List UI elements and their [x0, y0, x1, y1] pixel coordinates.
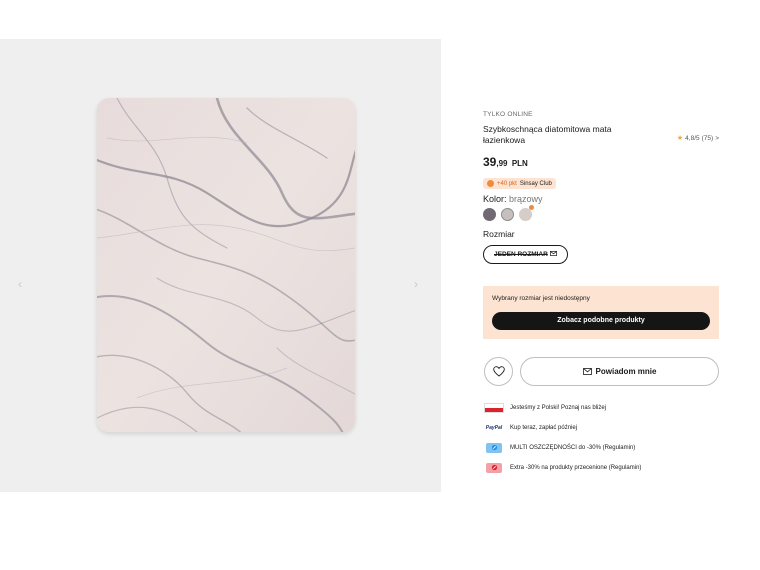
envelope-icon	[582, 368, 592, 375]
promo-item[interactable]: PayPal Kup teraz, zapłać później	[484, 422, 724, 433]
promo-list: Jesteśmy z Polski! Poznaj nas bliżej Pay…	[484, 402, 724, 482]
club-name: Sinsay Club	[519, 180, 552, 187]
color-swatch[interactable]	[483, 208, 496, 221]
club-icon	[487, 180, 494, 187]
color-label: Kolor: brązowy	[483, 194, 719, 204]
sale-tag-icon	[484, 462, 504, 473]
size-option-button[interactable]: JEDEN ROZMIAR	[483, 245, 568, 264]
promo-text: Jesteśmy z Polski! Poznaj nas bliżej	[510, 404, 607, 411]
chevron-right-icon: >	[715, 134, 719, 142]
new-badge-icon	[529, 205, 534, 210]
price-currency: PLN	[511, 159, 528, 168]
color-swatch[interactable]	[519, 205, 534, 221]
color-label-text: Kolor:	[483, 194, 507, 204]
color-swatches	[483, 205, 719, 221]
paypal-icon: PayPal	[485, 424, 503, 431]
club-points: +40 pkt	[497, 180, 517, 187]
size-label: Rozmiar	[483, 229, 515, 239]
similar-products-button[interactable]: Zobacz podobne produkty	[492, 312, 710, 330]
envelope-icon	[549, 251, 557, 258]
club-badge: +40 pkt Sinsay Club	[483, 178, 556, 189]
product-title: Szybkoschnąca diatomitowa mata łazienkow…	[483, 124, 612, 145]
product-image[interactable]	[97, 98, 355, 432]
rating-value: 4,8/5	[685, 134, 700, 142]
promo-text: Extra -30% na produkty przecenione (Regu…	[510, 464, 642, 471]
unavailable-message: Wybrany rozmiar jest niedostępny	[492, 295, 590, 302]
unavailable-panel: Wybrany rozmiar jest niedostępny Zobacz …	[483, 286, 719, 339]
size-option-label: JEDEN ROZMIAR	[494, 251, 548, 258]
gallery-prev-arrow[interactable]: ‹	[18, 277, 22, 291]
promo-item[interactable]: Extra -30% na produkty przecenione (Regu…	[484, 462, 724, 473]
star-icon: ★	[676, 135, 684, 142]
price-main: 39	[483, 155, 497, 169]
promo-item[interactable]: MULTI OSZCZĘDNOŚCI do -30% (Regulamin)	[484, 442, 724, 453]
rating-count: (75)	[701, 134, 714, 142]
promo-text: MULTI OSZCZĘDNOŚCI do -30% (Regulamin)	[510, 444, 636, 451]
promo-item[interactable]: Jesteśmy z Polski! Poznaj nas bliżej	[484, 402, 724, 413]
color-value: brązowy	[509, 194, 543, 204]
discount-tag-icon	[484, 442, 504, 453]
marble-texture	[97, 98, 355, 432]
rating[interactable]: ★ 4,8/5 (75) >	[677, 130, 719, 146]
poland-flag-icon	[484, 402, 504, 413]
color-swatch-selected[interactable]	[501, 208, 514, 221]
notify-me-label: Powiadom mnie	[595, 367, 657, 376]
product-info: TYLKO ONLINE Szybkoschnąca diatomitowa m…	[483, 108, 719, 264]
price-cents: ,99	[496, 159, 508, 168]
gallery-next-arrow[interactable]: ›	[414, 277, 418, 291]
notify-me-button[interactable]: Powiadom mnie	[520, 357, 719, 386]
online-only-label: TYLKO ONLINE	[483, 111, 533, 118]
promo-text: Kup teraz, zapłać później	[510, 424, 578, 431]
title-row: Szybkoschnąca diatomitowa mata łazienkow…	[483, 124, 719, 146]
price: 39,99 PLN	[483, 155, 719, 169]
favorite-button[interactable]	[484, 357, 513, 386]
heart-icon	[492, 366, 505, 377]
